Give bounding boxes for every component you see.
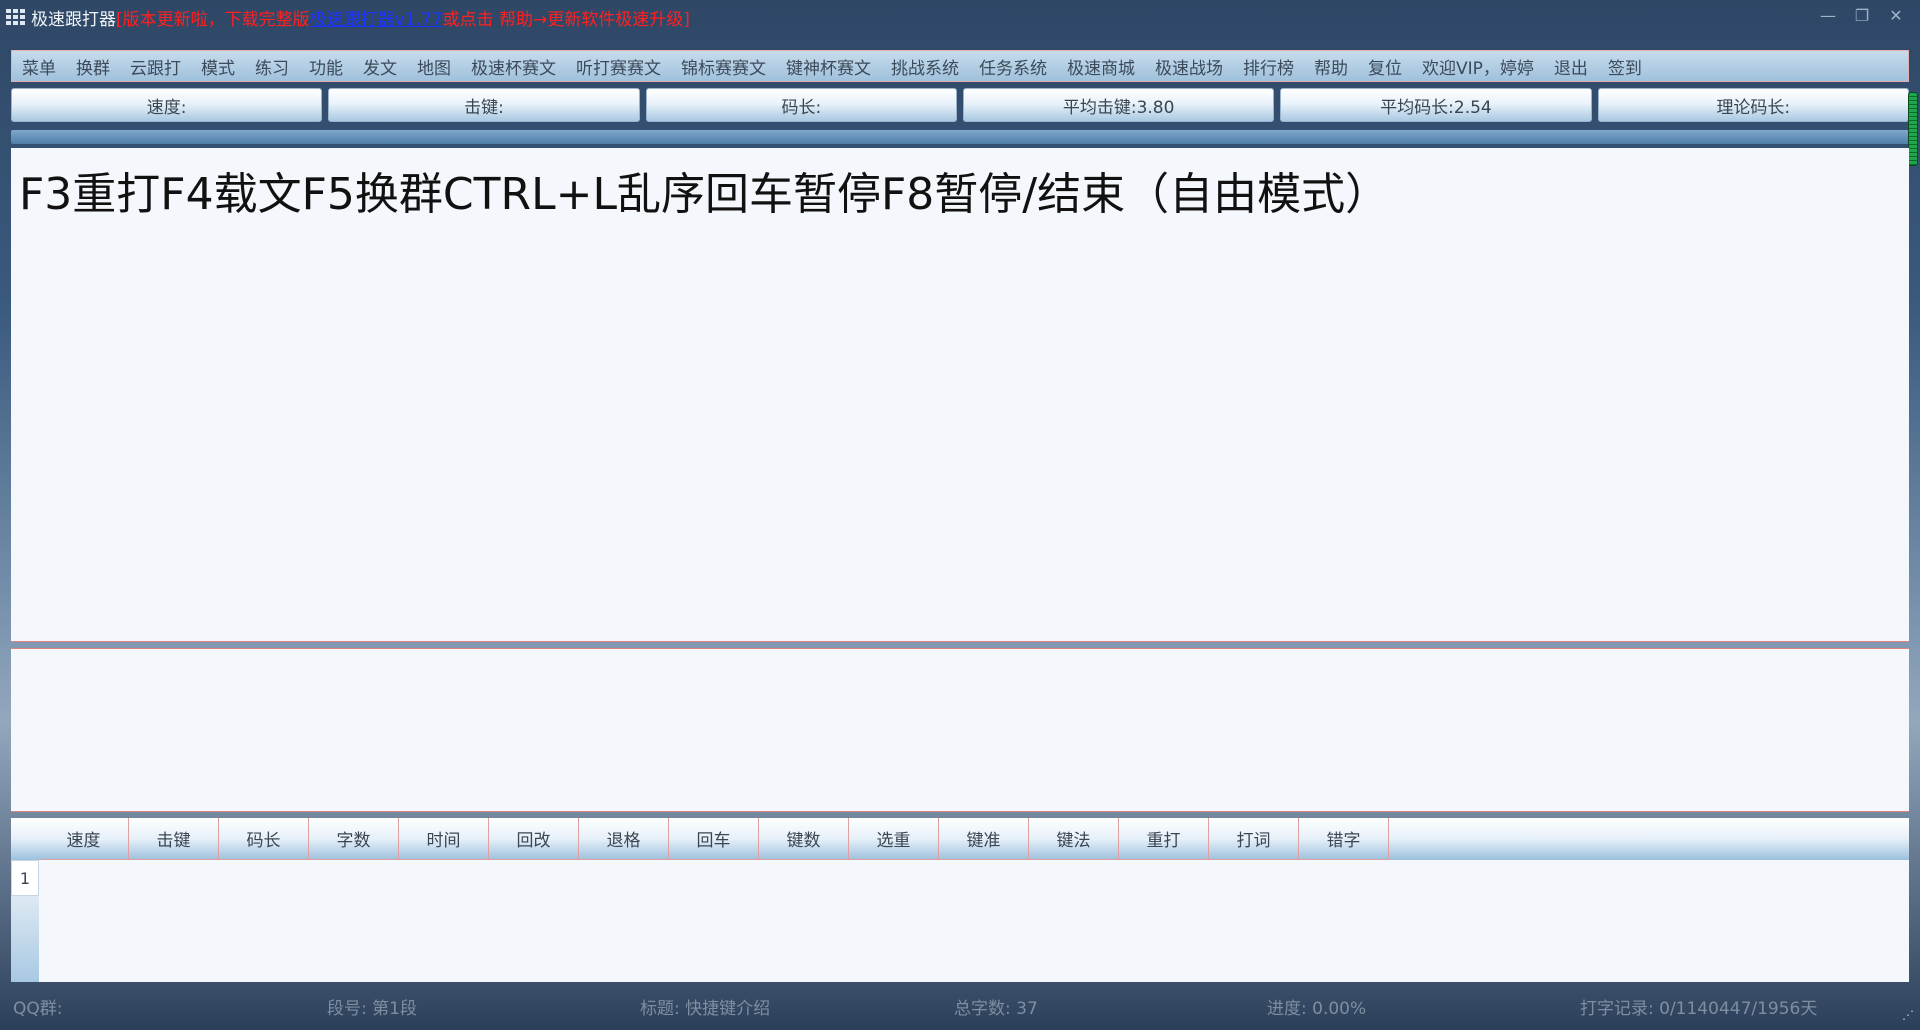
close-icon[interactable]: ✕ [1886,6,1906,25]
col-key-accuracy[interactable]: 键准 [939,818,1029,860]
status-qq-group: QQ群: [13,999,63,1019]
col-speed[interactable]: 速度 [39,818,129,860]
stats-row: 速度: 击键: 码长: 平均击键:3.80 平均码长:2.54 理论码长: [11,88,1909,122]
results-grid: 速度 击键 码长 字数 时间 回改 退格 回车 键数 选重 键准 键法 重打 打… [11,818,1909,982]
menu-item-championship[interactable]: 锦标赛赛文 [681,54,766,79]
menu-item-challenge[interactable]: 挑战系统 [891,54,959,79]
menu-item-reset[interactable]: 复位 [1368,54,1402,79]
menu-item-tasks[interactable]: 任务系统 [979,54,1047,79]
restore-icon[interactable]: ❐ [1852,6,1872,25]
menu-item-help[interactable]: 帮助 [1314,54,1348,79]
col-time[interactable]: 时间 [399,818,489,860]
col-retype[interactable]: 重打 [1119,818,1209,860]
download-link[interactable]: 极速跟打器v1.77 [310,5,443,30]
status-record: 打字记录: 0/1140447/1956天 [1580,999,1818,1019]
col-code-length[interactable]: 码长 [219,818,309,860]
app-title: 极速跟打器 [31,9,116,30]
reference-text: F3重打F4载文F5换群CTRL+L乱序回车暂停F8暂停/结束（自由模式） [19,169,1390,220]
col-word-typing[interactable]: 打词 [1209,818,1299,860]
update-notice-suffix: 或点击 帮助→更新软件极速升级] [442,9,690,30]
menu-item-map[interactable]: 地图 [417,54,451,79]
col-key-count[interactable]: 键数 [759,818,849,860]
keystroke-stat: 击键: [328,88,640,122]
menu-item-send-text[interactable]: 发文 [363,54,397,79]
status-segment: 段号: 第1段 [327,999,417,1019]
menu-item-speed-cup[interactable]: 极速杯赛文 [471,54,556,79]
update-notice-prefix: [版本更新啦，下载完整版 [116,9,310,30]
menu-item-battlefield[interactable]: 极速战场 [1155,54,1223,79]
col-select-repeat[interactable]: 选重 [849,818,939,860]
menu-item-key-god-cup[interactable]: 键神杯赛文 [786,54,871,79]
status-total-chars: 总字数: 37 [954,999,1038,1019]
resize-grip-icon[interactable]: ⋰ [1902,1008,1914,1022]
menu-item-switch-group[interactable]: 换群 [76,54,110,79]
menu-item-shop[interactable]: 极速商城 [1067,54,1135,79]
speed-stat: 速度: [11,88,323,122]
title-bar: 极速跟打器 [版本更新啦，下载完整版 极速跟打器v1.77 或点击 帮助→更新软… [0,0,1920,34]
col-wrong-chars[interactable]: 错字 [1299,818,1389,860]
col-char-count[interactable]: 字数 [309,818,399,860]
status-title: 标题: 快捷键介绍 [640,999,771,1019]
level-meter [1908,92,1918,166]
menu-item-mode[interactable]: 模式 [201,54,235,79]
status-progress: 进度: 0.00% [1267,999,1367,1019]
menu-item-cloud-follow[interactable]: 云跟打 [130,54,181,79]
minimize-icon[interactable]: — [1818,6,1838,25]
col-enter[interactable]: 回车 [669,818,759,860]
code-length-stat: 码长: [645,88,957,122]
menu-item-welcome-vip[interactable]: 欢迎VIP，婷婷 [1422,54,1534,79]
typing-progress-bar [11,130,1909,144]
col-backspace[interactable]: 退格 [579,818,669,860]
theory-code-length-stat: 理论码长: [1597,88,1909,122]
menu-item-practice[interactable]: 练习 [255,54,289,79]
avg-keystroke-stat: 平均击键:3.80 [962,88,1275,122]
col-revisions[interactable]: 回改 [489,818,579,860]
row-number[interactable]: 1 [11,860,39,896]
status-bar: QQ群: 段号: 第1段 标题: 快捷键介绍 总字数: 37 进度: 0.00%… [0,990,1920,1020]
text-display-area: F3重打F4载文F5换群CTRL+L乱序回车暂停F8暂停/结束（自由模式） [11,148,1909,642]
menu-item-menu[interactable]: 菜单 [22,54,56,79]
menu-item-sign-in[interactable]: 签到 [1608,54,1642,79]
menu-item-exit[interactable]: 退出 [1554,54,1588,79]
avg-code-length-stat: 平均码长:2.54 [1280,88,1592,122]
typing-input-area[interactable] [11,648,1909,812]
col-key-method[interactable]: 键法 [1029,818,1119,860]
window-controls: — ❐ ✕ [1818,6,1906,25]
menu-item-leaderboard[interactable]: 排行榜 [1243,54,1294,79]
col-keystroke[interactable]: 击键 [129,818,219,860]
app-menu-icon[interactable] [6,9,25,25]
menu-bar: 菜单 换群 云跟打 模式 练习 功能 发文 地图 极速杯赛文 听打赛赛文 锦标赛… [11,50,1909,82]
menu-item-function[interactable]: 功能 [309,54,343,79]
menu-item-listen-match[interactable]: 听打赛赛文 [576,54,661,79]
